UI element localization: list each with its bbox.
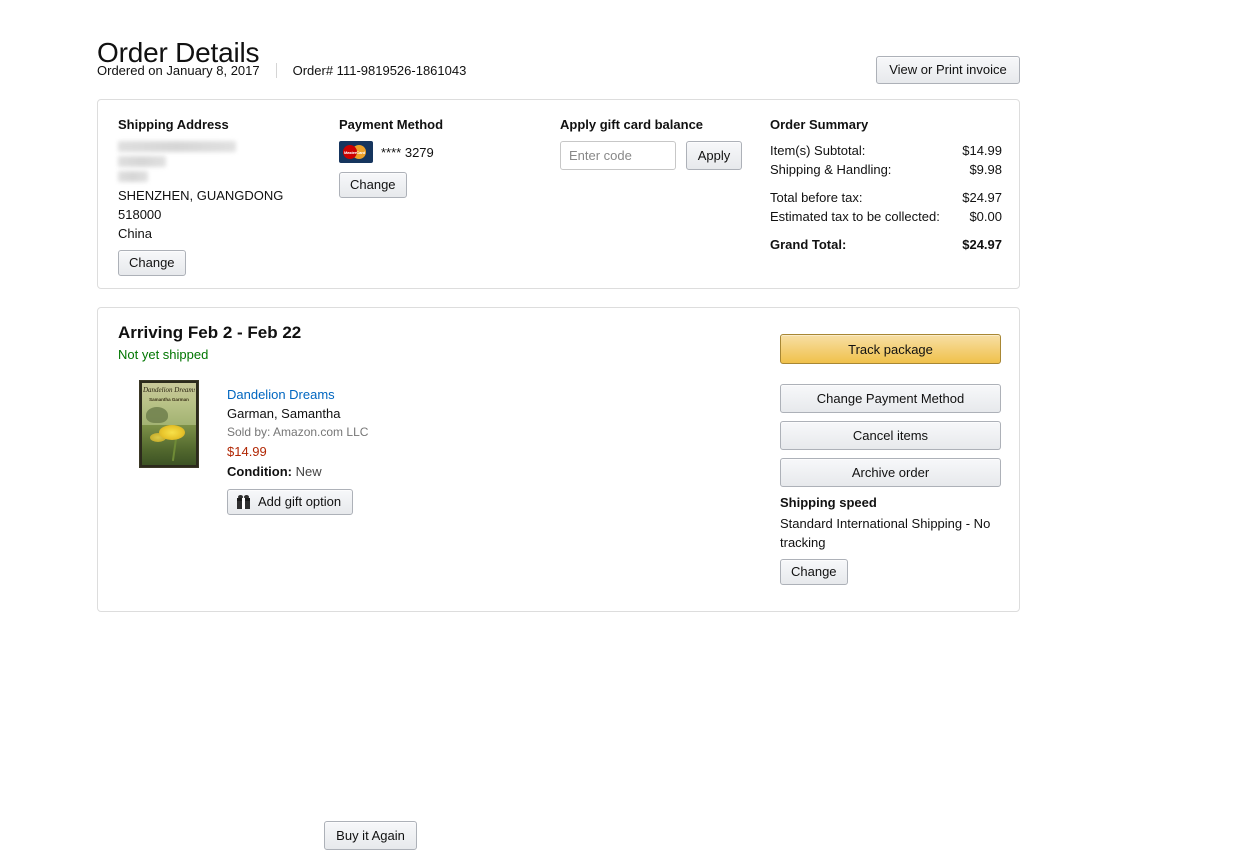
redacted-address-line-1	[118, 141, 236, 152]
summary-value: $9.98	[969, 162, 1002, 177]
arriving-date: Arriving Feb 2 - Feb 22	[118, 323, 302, 342]
payment-method-column: Payment Method MasterCard **** 3279 Chan…	[339, 117, 549, 198]
order-meta: Ordered on January 8, 2017 Order# 111-98…	[97, 63, 466, 78]
shipping-speed-heading: Shipping speed	[780, 495, 877, 510]
order-number: Order# 111-9819526-1861043	[292, 63, 467, 78]
change-payment-method-action-button[interactable]: Change Payment Method	[780, 384, 1001, 413]
product-condition-label: Condition:	[227, 464, 292, 479]
address-country: China	[118, 226, 152, 241]
product-author: Garman, Samantha	[227, 406, 341, 421]
product-condition-value: New	[295, 464, 322, 479]
shipping-address-heading: Shipping Address	[118, 117, 229, 132]
change-shipping-address-button[interactable]: Change	[118, 250, 186, 276]
book-cover-image[interactable]: Dandelion Dreams Samantha Garman	[139, 380, 199, 468]
mastercard-icon-label: MasterCard	[343, 150, 365, 155]
add-gift-option-label: Add gift option	[258, 494, 342, 509]
summary-row-estimated-tax: Estimated tax to be collected: $0.00	[770, 207, 1002, 226]
order-item: Dandelion Dreams Samantha Garman Dandeli…	[139, 380, 368, 515]
product-seller: Sold by: Amazon.com LLC	[227, 425, 369, 439]
summary-value: $24.97	[962, 190, 1002, 205]
view-or-print-invoice-button[interactable]: View or Print invoice	[876, 56, 1020, 84]
product-price: $14.99	[227, 444, 267, 459]
ordered-on-date: Ordered on January 8, 2017	[97, 63, 260, 78]
cancel-items-button[interactable]: Cancel items	[780, 421, 1001, 450]
book-cover-author: Samantha Garman	[149, 397, 189, 402]
gift-card-code-input[interactable]	[560, 141, 676, 170]
summary-row-subtotal: Item(s) Subtotal: $14.99	[770, 141, 1002, 160]
summary-row-grand-total: Grand Total: $24.97	[770, 235, 1002, 254]
summary-value: $0.00	[969, 209, 1002, 224]
buy-it-again-button[interactable]: Buy it Again	[324, 821, 417, 850]
summary-label: Estimated tax to be collected:	[770, 209, 940, 224]
address-city-state: SHENZHEN, GUANGDONG	[118, 188, 284, 203]
meta-divider	[275, 63, 277, 78]
order-details-page: Order Details Ordered on January 8, 2017…	[0, 0, 1236, 850]
shipping-speed-value: Standard International Shipping - No tra…	[780, 516, 991, 550]
summary-spacer	[770, 179, 1002, 188]
order-summary-column: Order Summary Item(s) Subtotal: $14.99 S…	[770, 117, 1002, 254]
product-condition: Condition: New	[227, 462, 368, 482]
shipment-status: Not yet shipped	[118, 347, 209, 362]
order-item-details: Dandelion Dreams Garman, Samantha Sold b…	[227, 380, 368, 515]
order-summary-heading: Order Summary	[770, 117, 869, 132]
payment-card-row: MasterCard **** 3279	[339, 141, 549, 163]
mastercard-icon: MasterCard	[339, 141, 373, 163]
shipment-header: Arriving Feb 2 - Feb 22 Not yet shipped	[118, 322, 301, 364]
redacted-address-line-3	[118, 171, 148, 182]
summary-row-shipping: Shipping & Handling: $9.98	[770, 160, 1002, 179]
change-payment-method-button[interactable]: Change	[339, 172, 407, 198]
summary-spacer	[770, 226, 1002, 235]
summary-label: Shipping & Handling:	[770, 162, 892, 177]
add-gift-option-button[interactable]: Add gift option	[227, 489, 354, 515]
summary-value: $14.99	[962, 143, 1002, 158]
book-cover-title: Dandelion Dreams	[143, 386, 195, 394]
grand-total-label: Grand Total:	[770, 237, 847, 252]
payment-method-heading: Payment Method	[339, 117, 444, 132]
apply-gift-card-button[interactable]: Apply	[686, 141, 742, 170]
shipment-panel: Arriving Feb 2 - Feb 22 Not yet shipped …	[97, 307, 1020, 850]
shipment-actions-column: Track package Change Payment Method Canc…	[780, 334, 1001, 585]
product-title-link[interactable]: Dandelion Dreams	[227, 385, 368, 404]
grand-total-value: $24.97	[962, 237, 1002, 252]
address-postal-code: 518000	[118, 207, 162, 222]
card-digits: **** 3279	[381, 144, 434, 160]
track-package-button[interactable]: Track package	[780, 334, 1001, 364]
archive-order-button[interactable]: Archive order	[780, 458, 1001, 487]
change-shipping-speed-button[interactable]: Change	[780, 559, 848, 585]
summary-label: Item(s) Subtotal:	[770, 143, 866, 158]
summary-row-total-before-tax: Total before tax: $24.97	[770, 188, 1002, 207]
summary-label: Total before tax:	[770, 190, 863, 205]
redacted-address-line-2	[118, 156, 166, 167]
gift-box-icon	[237, 494, 250, 509]
order-summary-panel: Shipping Address SHENZHEN, GUANGDONG 518…	[97, 99, 1020, 289]
shipping-address-column: Shipping Address SHENZHEN, GUANGDONG 518…	[118, 117, 338, 276]
